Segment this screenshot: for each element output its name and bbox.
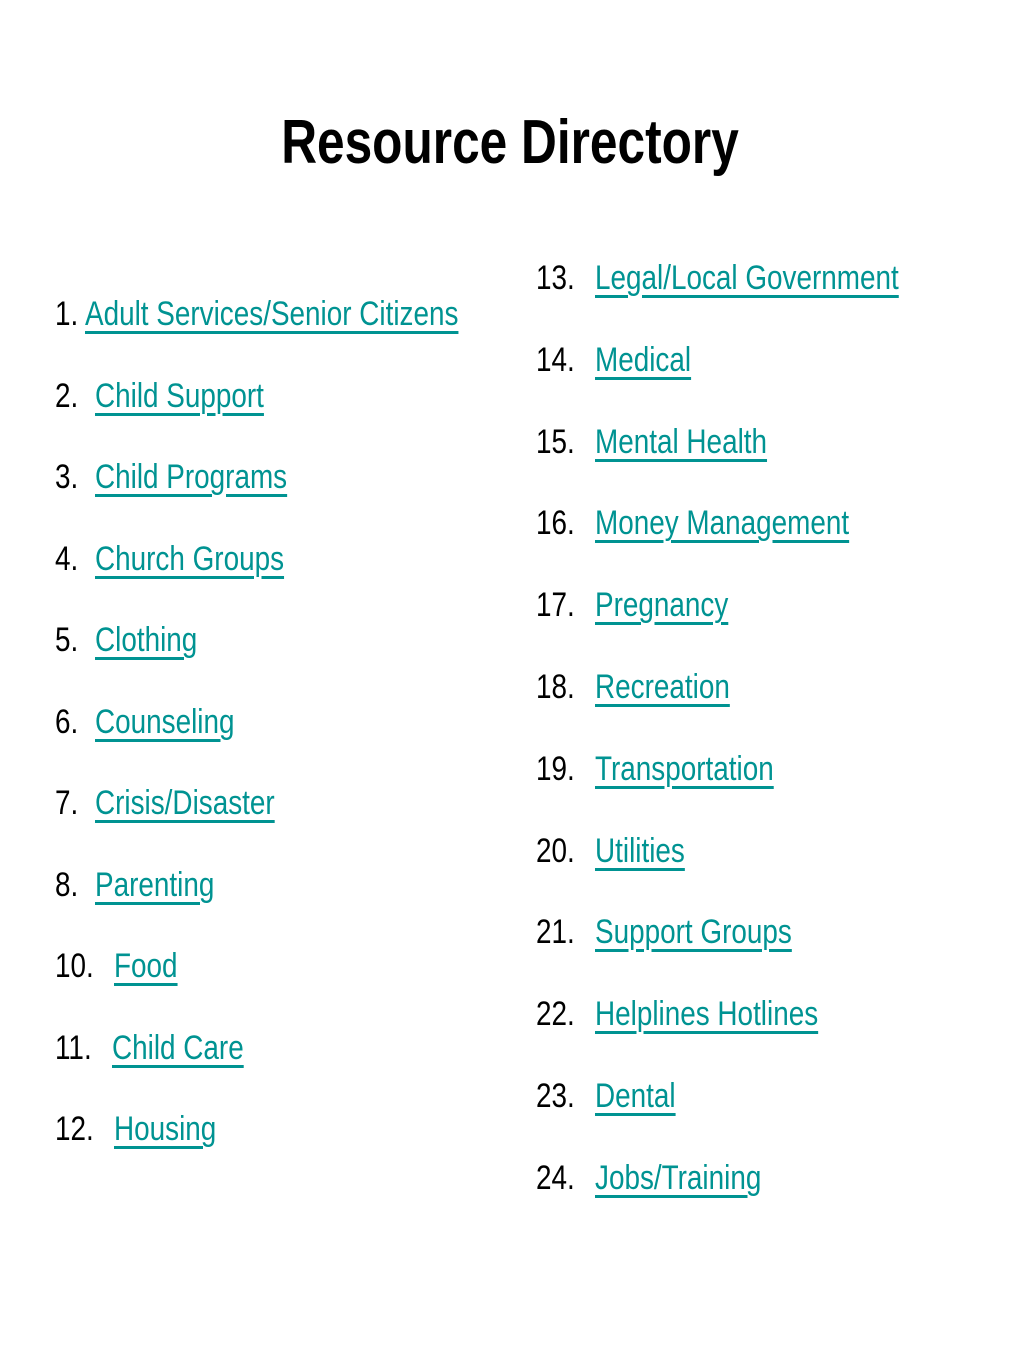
directory-list-item: 14. Medical <box>536 338 976 420</box>
directory-list-item: 18. Recreation <box>536 665 976 747</box>
directory-list-item: 19. Transportation <box>536 747 976 829</box>
directory-link[interactable]: Legal/Local Government <box>595 256 899 300</box>
directory-link[interactable]: Medical <box>595 338 691 382</box>
list-item-number: 23. <box>536 1076 575 1115</box>
page-title: Resource Directory <box>281 107 739 177</box>
directory-link[interactable]: Jobs/Training <box>595 1156 761 1200</box>
directory-link[interactable]: Pregnancy <box>595 583 728 627</box>
directory-column-left: 1. Adult Services/Senior Citizens 2. Child … <box>55 292 495 1189</box>
directory-list-item: 22. Helplines Hotlines <box>536 992 976 1074</box>
directory-link[interactable]: Support Groups <box>595 910 792 954</box>
directory-link[interactable]: Dental <box>595 1074 676 1118</box>
directory-link[interactable]: Food <box>114 944 178 988</box>
list-item-number: 21. <box>536 913 575 952</box>
directory-link[interactable]: Parenting <box>95 863 214 907</box>
directory-list-item: 6. Counseling <box>55 700 495 782</box>
list-item-number: 19. <box>536 749 575 788</box>
directory-list-item: 13. Legal/Local Government <box>536 256 976 338</box>
directory-link[interactable]: Child Support <box>95 374 264 418</box>
directory-list-left: 1. Adult Services/Senior Citizens 2. Child … <box>55 292 495 1189</box>
directory-link[interactable]: Helplines Hotlines <box>595 992 818 1036</box>
directory-link[interactable]: Recreation <box>595 665 730 709</box>
directory-link[interactable]: Utilities <box>595 829 685 873</box>
list-item-number: 1. <box>55 295 79 333</box>
directory-list-item: 3. Child Programs <box>55 455 495 537</box>
directory-link[interactable]: Housing <box>114 1107 216 1151</box>
list-item-number: 10. <box>55 947 94 985</box>
directory-list-item: 4. Church Groups <box>55 537 495 619</box>
list-item-number: 6. <box>55 702 79 741</box>
list-item-number: 2. <box>55 376 79 415</box>
list-item-number: 18. <box>536 667 575 706</box>
directory-link[interactable]: Counseling <box>95 700 235 744</box>
list-item-number: 8. <box>55 865 79 904</box>
list-item-number: 7. <box>55 784 79 822</box>
directory-link[interactable]: Adult Services/Senior Citizens <box>85 292 458 336</box>
directory-list-item: 21. Support Groups <box>536 910 976 992</box>
directory-link[interactable]: Church Groups <box>95 537 284 581</box>
list-item-number: 14. <box>536 340 575 379</box>
directory-list-item: 5. Clothing <box>55 618 495 700</box>
list-item-number: 13. <box>536 259 575 297</box>
list-item-number: 11. <box>55 1028 92 1067</box>
directory-column-right: 13. Legal/Local Government 14. Medical 15. Me… <box>536 256 976 1238</box>
directory-list-item: 7. Crisis/Disaster <box>55 781 495 863</box>
list-item-number: 24. <box>536 1158 575 1197</box>
directory-list-item: 17. Pregnancy <box>536 583 976 665</box>
directory-list-item: 20. Utilities <box>536 829 976 911</box>
directory-list-item: 23. Dental <box>536 1074 976 1156</box>
directory-list-item: 10. Food <box>55 944 495 1026</box>
directory-link[interactable]: Child Care <box>112 1026 244 1070</box>
directory-list-item: 8. Parenting <box>55 863 495 945</box>
directory-list-item: 15. Mental Health <box>536 420 976 502</box>
directory-link[interactable]: Crisis/Disaster <box>95 781 275 825</box>
directory-list-item: 11. Child Care <box>55 1026 495 1108</box>
directory-list-item: 12. Housing <box>55 1107 495 1189</box>
list-item-number: 5. <box>55 621 79 659</box>
list-item-number: 4. <box>55 539 79 578</box>
list-item-number: 12. <box>55 1110 94 1148</box>
directory-list-item: 24. Jobs/Training <box>536 1156 976 1238</box>
list-item-number: 17. <box>536 586 575 625</box>
directory-list-right: 13. Legal/Local Government 14. Medical 15. Me… <box>536 256 976 1238</box>
directory-list-item: 1. Adult Services/Senior Citizens <box>55 292 495 374</box>
list-item-number: 3. <box>55 458 79 496</box>
directory-link[interactable]: Mental Health <box>595 420 767 464</box>
list-item-number: 15. <box>536 422 575 461</box>
directory-list-item: 2. Child Support <box>55 374 495 456</box>
directory-link[interactable]: Clothing <box>95 618 197 662</box>
list-item-number: 22. <box>536 995 575 1034</box>
document-page: Resource Directory 1. Adult Services/Seni… <box>0 0 1020 1360</box>
list-item-number: 16. <box>536 504 575 543</box>
directory-link[interactable]: Child Programs <box>95 455 287 499</box>
directory-link[interactable]: Transportation <box>595 747 774 791</box>
list-item-number: 20. <box>536 831 575 870</box>
directory-list-item: 16. Money Management <box>536 501 976 583</box>
directory-link[interactable]: Money Management <box>595 501 849 545</box>
